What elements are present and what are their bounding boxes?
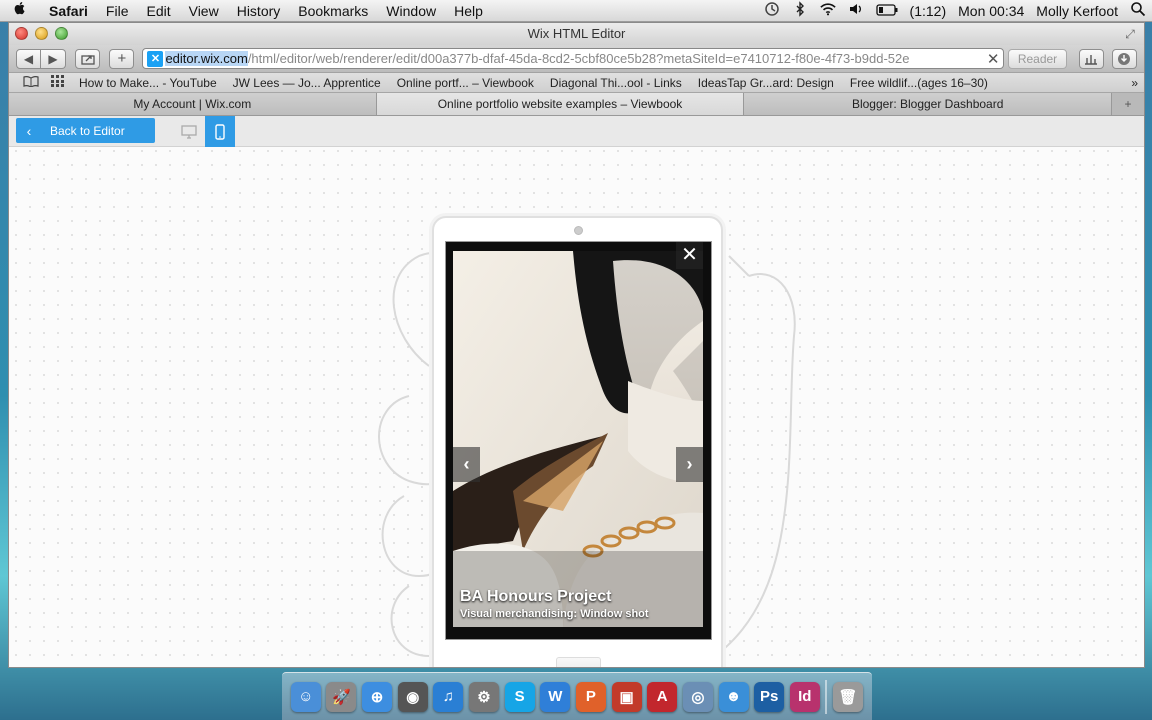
gallery-caption-subtitle: Visual merchandising: Window shot bbox=[460, 608, 649, 620]
photoshop-icon[interactable]: Ps bbox=[754, 681, 785, 712]
downloads-button[interactable] bbox=[1111, 48, 1137, 69]
clock[interactable]: Mon 00:34 bbox=[958, 3, 1024, 19]
new-tab-button[interactable]: + bbox=[109, 48, 135, 69]
menu-help[interactable]: Help bbox=[445, 0, 492, 22]
tab-bar: My Account | Wix.com Online portfolio we… bbox=[9, 93, 1144, 116]
tab-blogger[interactable]: Blogger: Blogger Dashboard bbox=[744, 93, 1113, 115]
bookmarks-bar: How to Make... - YouTube JW Lees — Jo...… bbox=[9, 73, 1144, 93]
reading-list-icon bbox=[1085, 54, 1098, 65]
fullscreen-icon[interactable]: ⤢ bbox=[1122, 26, 1138, 42]
address-domain: editor.wix.com bbox=[165, 51, 248, 66]
reader-button[interactable]: Reader bbox=[1008, 48, 1067, 69]
add-tab-icon[interactable]: + bbox=[1112, 93, 1144, 115]
spotlight-search-icon[interactable] bbox=[1130, 1, 1146, 20]
bookmark-item[interactable]: Diagonal Thi...ool - Links bbox=[542, 76, 690, 90]
gallery-photo[interactable]: BA Honours Project Visual merchandising:… bbox=[453, 251, 703, 627]
apple-menu-icon[interactable] bbox=[0, 0, 40, 21]
user-name[interactable]: Molly Kerfoot bbox=[1036, 3, 1118, 19]
tab-my-account[interactable]: My Account | Wix.com bbox=[9, 93, 377, 115]
menu-bar: Safari File Edit View History Bookmarks … bbox=[0, 0, 1152, 22]
itunes-icon[interactable]: ♫ bbox=[433, 681, 464, 712]
menu-edit[interactable]: Edit bbox=[137, 0, 179, 22]
tab-viewbook[interactable]: Online portfolio website examples – View… bbox=[376, 93, 745, 115]
launchpad-icon[interactable]: 🚀 bbox=[326, 681, 357, 712]
toolbar: ◀ ▶ + ✕ editor.wix.com /html/editor/web/… bbox=[9, 45, 1144, 73]
desktop-icon bbox=[181, 124, 197, 139]
title-bar: Wix HTML Editor ⤢ bbox=[9, 23, 1144, 45]
share-button[interactable] bbox=[75, 48, 101, 69]
wix-favicon-icon: ✕ bbox=[147, 50, 164, 67]
messenger-icon[interactable]: ◎ bbox=[682, 681, 713, 712]
word-icon[interactable]: W bbox=[540, 681, 571, 712]
dock-separator bbox=[825, 679, 828, 714]
wix-editor-canvas: ‹ Back to Editor BA Honours Project Visu… bbox=[9, 116, 1144, 667]
address-path: /html/editor/web/renderer/edit/d00a377b-… bbox=[247, 51, 910, 66]
window-zoom-button[interactable] bbox=[55, 27, 68, 40]
time-machine-icon[interactable] bbox=[764, 1, 780, 20]
bookmark-item[interactable]: JW Lees — Jo... Apprentice bbox=[225, 76, 389, 90]
system-preferences-icon[interactable]: ⚙ bbox=[469, 681, 500, 712]
window-minimize-button[interactable] bbox=[35, 27, 48, 40]
browser-window: Wix HTML Editor ⤢ ◀ ▶ + ✕ editor.wix.com… bbox=[8, 22, 1145, 668]
messages-icon[interactable]: ☻ bbox=[718, 681, 749, 712]
chevron-left-icon: ‹ bbox=[26, 122, 32, 139]
trash-icon[interactable]: 🗑 bbox=[833, 681, 864, 712]
battery-time: (1:12) bbox=[909, 2, 947, 19]
dock: ☺ 🚀 ⊕ ◉ ♫ ⚙ S W P ▣ A ◎ ☻ Ps Id 🗑 bbox=[282, 672, 872, 720]
powerpoint-icon[interactable]: P bbox=[575, 681, 606, 712]
open-book-icon[interactable] bbox=[17, 75, 45, 90]
volume-icon[interactable] bbox=[848, 1, 864, 20]
top-sites-grid-icon[interactable] bbox=[45, 75, 71, 90]
reading-list-button[interactable] bbox=[1078, 48, 1104, 69]
mobile-icon bbox=[215, 123, 225, 140]
wifi-icon[interactable] bbox=[819, 1, 836, 20]
share-icon bbox=[80, 54, 95, 65]
downloads-icon bbox=[1118, 52, 1131, 65]
forward-button[interactable]: ▶ bbox=[41, 48, 66, 69]
phone-home-button bbox=[556, 657, 601, 667]
safari-icon[interactable]: ⊕ bbox=[362, 681, 393, 712]
menu-safari[interactable]: Safari bbox=[40, 0, 97, 22]
menu-history[interactable]: History bbox=[228, 0, 290, 22]
desktop-view-button[interactable] bbox=[174, 116, 204, 147]
menu-window[interactable]: Window bbox=[377, 0, 445, 22]
bookmark-item[interactable]: How to Make... - YouTube bbox=[71, 76, 225, 90]
phone-camera bbox=[574, 226, 583, 235]
window-close-button[interactable] bbox=[15, 27, 28, 40]
photo-booth-icon[interactable]: ▣ bbox=[611, 681, 642, 712]
stop-loading-icon[interactable]: ✕ bbox=[983, 50, 1000, 68]
gallery-next-arrow-icon[interactable]: › bbox=[676, 447, 703, 482]
acrobat-icon[interactable]: A bbox=[647, 681, 678, 712]
address-bar[interactable]: ✕ editor.wix.com /html/editor/web/render… bbox=[142, 48, 1005, 69]
phone-mockup: BA Honours Project Visual merchandising:… bbox=[432, 216, 723, 667]
back-button[interactable]: ◀ bbox=[16, 48, 41, 69]
mobile-view-button[interactable] bbox=[205, 116, 235, 147]
menu-file[interactable]: File bbox=[97, 0, 138, 22]
window-title: Wix HTML Editor bbox=[527, 26, 626, 41]
finder-icon[interactable]: ☺ bbox=[290, 681, 321, 712]
skype-icon[interactable]: S bbox=[504, 681, 535, 712]
facetime-icon[interactable]: ◉ bbox=[397, 681, 428, 712]
phone-screen: BA Honours Project Visual merchandising:… bbox=[445, 241, 712, 640]
back-to-editor-label: Back to Editor bbox=[50, 123, 125, 138]
menu-view[interactable]: View bbox=[180, 0, 228, 22]
photo-image bbox=[453, 251, 703, 627]
menu-bookmarks[interactable]: Bookmarks bbox=[289, 0, 377, 22]
gallery-caption-title: BA Honours Project bbox=[460, 588, 612, 605]
gallery-prev-arrow-icon[interactable]: ‹ bbox=[453, 447, 480, 482]
editor-toolbar: ‹ Back to Editor bbox=[9, 116, 1144, 147]
bookmarks-overflow-icon[interactable]: » bbox=[1131, 76, 1144, 90]
indesign-icon[interactable]: Id bbox=[789, 681, 820, 712]
bookmark-item[interactable]: Free wildlif...(ages 16–30) bbox=[842, 76, 996, 90]
bluetooth-icon[interactable] bbox=[792, 1, 808, 20]
bookmark-item[interactable]: Online portf... – Viewbook bbox=[389, 76, 542, 90]
bookmark-item[interactable]: IdeasTap Gr...ard: Design bbox=[690, 76, 842, 90]
gallery-close-icon[interactable]: ✕ bbox=[676, 242, 703, 269]
battery-icon[interactable] bbox=[875, 3, 898, 19]
back-to-editor-button[interactable]: ‹ Back to Editor bbox=[16, 118, 155, 143]
